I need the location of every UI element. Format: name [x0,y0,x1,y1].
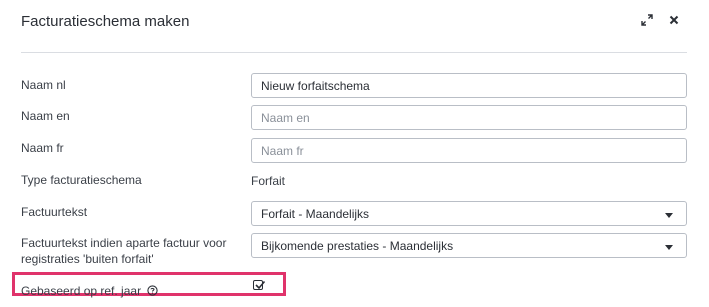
header-divider [21,52,687,53]
naam-nl-input[interactable] [251,73,687,98]
factuurtekst-apart-selected-value: Bijkomende prestaties - Maandelijks [261,239,454,253]
check-icon [255,280,266,290]
factuurtekst-apart-label-line1: Factuurtekst indien aparte factuur voor [21,236,227,250]
factuurtekst-label: Factuurtekst [21,205,88,219]
naam-fr-input[interactable] [251,138,687,163]
type-value: Forfait [251,174,286,188]
expand-icon[interactable] [638,11,656,29]
create-billing-schema-dialog: Facturatieschema maken Naam nl Naam en N… [0,0,709,307]
factuurtekst-select[interactable]: Forfait - Maandelijks [251,201,687,226]
factuurtekst-apart-select[interactable]: Bijkomende prestaties - Maandelijks [251,233,687,258]
naam-en-input[interactable] [251,105,687,130]
naam-nl-label: Naam nl [21,78,66,92]
naam-fr-label: Naam fr [21,141,64,155]
type-label: Type facturatieschema [21,173,142,187]
dialog-title: Facturatieschema maken [21,13,190,30]
naam-en-label: Naam en [21,109,70,123]
gebaseerd-ref-jaar-checkbox[interactable] [253,280,266,290]
factuurtekst-apart-label-line2: registraties 'buiten forfait' [21,252,154,266]
gebaseerd-ref-jaar-text: Gebaseerd op ref. jaar [21,284,142,298]
help-circle-icon[interactable] [147,284,159,301]
close-icon[interactable] [665,11,683,29]
chevron-down-icon [665,245,673,250]
factuurtekst-selected-value: Forfait - Maandelijks [261,207,370,221]
chevron-down-icon [665,213,673,218]
gebaseerd-ref-jaar-label: Gebaseerd op ref. jaar [21,283,159,301]
